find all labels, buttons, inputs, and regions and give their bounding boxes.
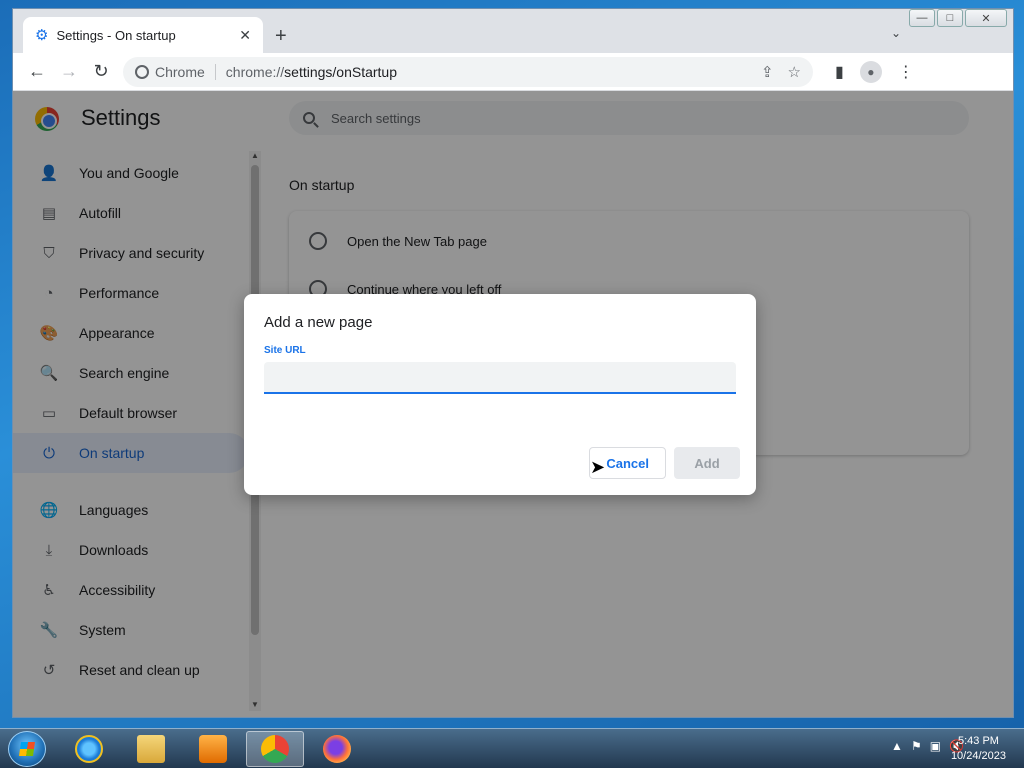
- window-controls: — □ ✕: [909, 9, 1007, 27]
- minimize-button[interactable]: —: [909, 9, 935, 27]
- tab-close-icon[interactable]: ✕: [239, 27, 251, 44]
- close-window-button[interactable]: ✕: [965, 9, 1007, 27]
- clock-time: 5:43 PM: [957, 735, 999, 747]
- back-icon[interactable]: ←: [21, 58, 53, 86]
- internet-explorer-icon: [75, 735, 103, 763]
- media-player-taskbar-button[interactable]: [184, 731, 242, 767]
- toolbar-actions: ▮ ● ⋮: [835, 60, 914, 83]
- file-explorer-taskbar-button[interactable]: [122, 731, 180, 767]
- tab-search-chevron-icon[interactable]: ⌄: [891, 26, 901, 40]
- add-page-dialog: Add a new page Site URL Cancel Add: [244, 294, 756, 495]
- profile-avatar-icon[interactable]: ●: [859, 60, 882, 83]
- clock[interactable]: 5:43 PM 10/24/2023: [951, 734, 1006, 764]
- settings-gear-icon: ⚙: [35, 27, 49, 44]
- url-text: chrome://settings/onStartup: [226, 64, 747, 80]
- chrome-icon: [261, 735, 289, 763]
- add-button[interactable]: Add: [674, 447, 740, 479]
- side-panel-icon[interactable]: ▮: [835, 62, 844, 82]
- site-url-label: Site URL: [264, 345, 306, 356]
- media-player-icon: [199, 735, 227, 763]
- site-url-input[interactable]: [264, 362, 736, 394]
- taskbar: ▲ ⚑ ▣ 🔇 5:43 PM 10/24/2023: [0, 728, 1024, 768]
- site-chip-label: Chrome: [155, 63, 205, 80]
- action-center-flag-icon[interactable]: ⚑: [911, 739, 922, 753]
- dialog-title: Add a new page: [264, 314, 373, 331]
- address-bar[interactable]: Chrome chrome://settings/onStartup ⇪ ☆: [123, 56, 813, 87]
- share-icon[interactable]: ⇪: [761, 63, 774, 81]
- start-button[interactable]: [8, 731, 46, 767]
- tab-strip: ⚙ Settings - On startup ✕ + ⌄ — □ ✕: [13, 9, 1013, 53]
- tray-expand-icon[interactable]: ▲: [891, 739, 903, 753]
- url-path: settings/onStartup: [284, 63, 398, 80]
- bookmark-star-icon[interactable]: ☆: [788, 63, 801, 81]
- site-info-chip[interactable]: Chrome: [135, 63, 216, 80]
- tab-settings[interactable]: ⚙ Settings - On startup ✕: [23, 17, 263, 53]
- chrome-site-icon: [135, 64, 149, 79]
- firefox-icon: [323, 735, 351, 763]
- kebab-menu-icon[interactable]: ⋮: [898, 62, 914, 82]
- url-prefix: chrome://: [225, 63, 285, 80]
- tab-title: Settings - On startup: [56, 27, 176, 43]
- clock-date: 10/24/2023: [950, 750, 1006, 762]
- chrome-taskbar-button[interactable]: [246, 731, 304, 767]
- internet-explorer-taskbar-button[interactable]: [60, 731, 118, 767]
- forward-icon[interactable]: →: [53, 58, 85, 86]
- reload-icon[interactable]: ↻: [85, 58, 117, 86]
- new-tab-button[interactable]: +: [275, 25, 287, 48]
- restore-button[interactable]: □: [937, 9, 963, 27]
- network-icon[interactable]: ▣: [930, 739, 941, 753]
- firefox-taskbar-button[interactable]: [308, 731, 366, 767]
- dialog-buttons: Cancel Add: [589, 447, 740, 479]
- browser-toolbar: ← → ↻ Chrome chrome://settings/onStartup…: [13, 53, 1013, 91]
- mouse-pointer-icon: ➤: [590, 457, 606, 477]
- folder-icon: [137, 735, 165, 763]
